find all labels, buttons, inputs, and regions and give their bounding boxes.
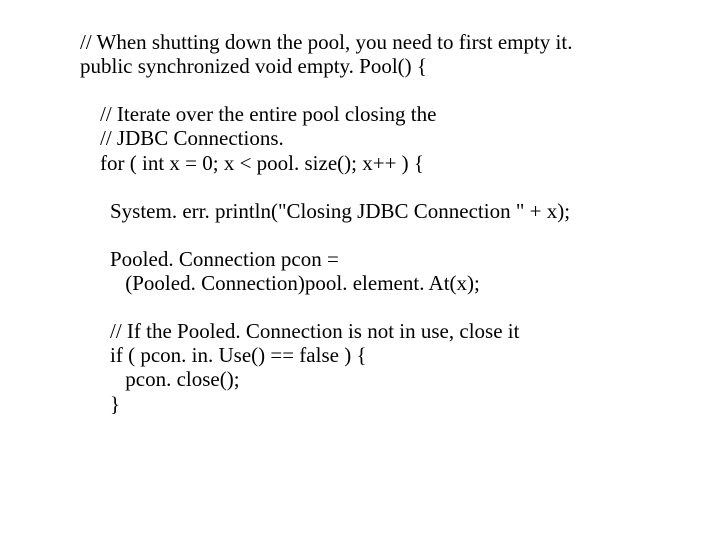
code-slide: // When shutting down the pool, you need… [0,0,720,416]
code-line: pcon. close(); [80,367,720,391]
blank-line [80,78,720,102]
blank-line [80,175,720,199]
code-line: // JDBC Connections. [80,126,720,150]
code-line: // If the Pooled. Connection is not in u… [80,319,720,343]
blank-line [80,223,720,247]
code-line: } [80,392,720,416]
code-line: for ( int x = 0; x < pool. size(); x++ )… [80,151,720,175]
code-line: // Iterate over the entire pool closing … [80,102,720,126]
code-line: // When shutting down the pool, you need… [80,30,720,54]
blank-line [80,295,720,319]
code-line: if ( pcon. in. Use() == false ) { [80,343,720,367]
code-line: Pooled. Connection pcon = [80,247,720,271]
code-line: (Pooled. Connection)pool. element. At(x)… [80,271,720,295]
code-line: public synchronized void empty. Pool() { [80,54,720,78]
code-line: System. err. println("Closing JDBC Conne… [80,199,720,223]
